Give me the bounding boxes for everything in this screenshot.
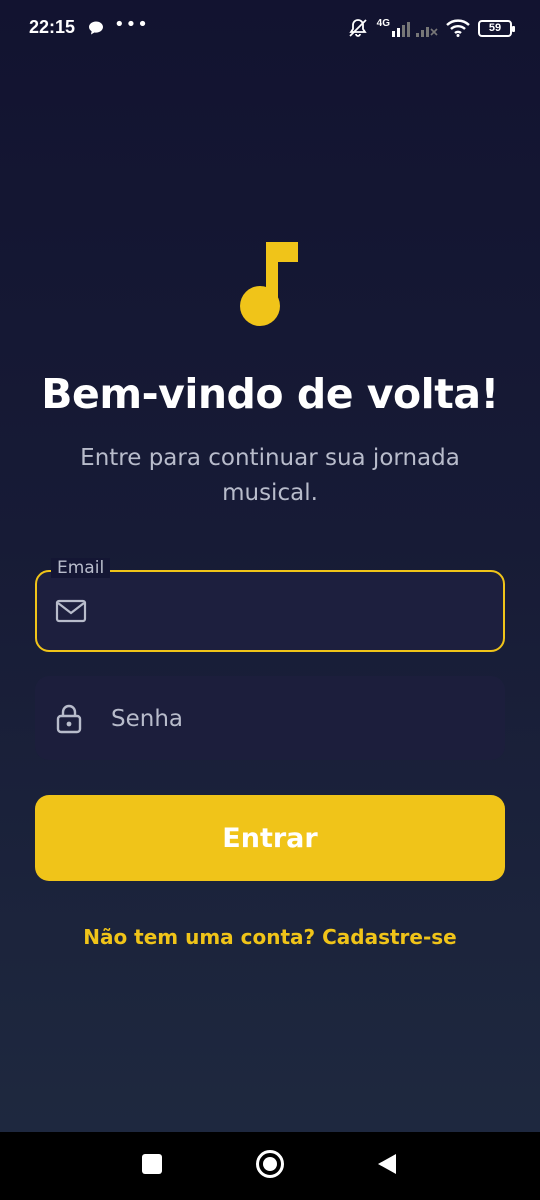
more-notifications-indicator: ••• — [114, 14, 149, 35]
chat-bubble-icon — [89, 21, 103, 35]
battery-level: 59 — [488, 22, 502, 34]
email-field[interactable]: Email — [35, 558, 505, 652]
mail-icon — [55, 599, 87, 623]
recents-icon[interactable] — [142, 1154, 162, 1174]
email-input[interactable] — [107, 592, 491, 632]
back-icon[interactable] — [376, 1152, 398, 1176]
password-input[interactable] — [109, 698, 493, 740]
page-title: Bem-vindo de volta! — [41, 370, 499, 418]
email-label: Email — [51, 558, 111, 578]
status-bar: 22:15 ••• 4G 59 — [0, 0, 540, 56]
music-note-icon — [240, 242, 298, 326]
mute-icon — [348, 19, 367, 37]
signal-icon — [392, 22, 438, 37]
battery-icon: 59 — [478, 19, 515, 37]
status-indicators: 4G 59 — [347, 16, 515, 40]
home-icon[interactable] — [256, 1150, 284, 1178]
status-time: 22:15 — [29, 17, 76, 37]
navigation-bar — [0, 1132, 540, 1200]
signup-link[interactable]: Não tem uma conta? Cadastre-se — [0, 925, 540, 949]
login-button[interactable]: Entrar — [35, 795, 505, 881]
network-type: 4G — [376, 17, 390, 29]
page-subtitle: Entre para continuar sua jornada musical… — [80, 445, 460, 506]
lock-icon — [56, 704, 82, 734]
password-field[interactable] — [35, 676, 505, 760]
wifi-icon — [446, 19, 470, 37]
